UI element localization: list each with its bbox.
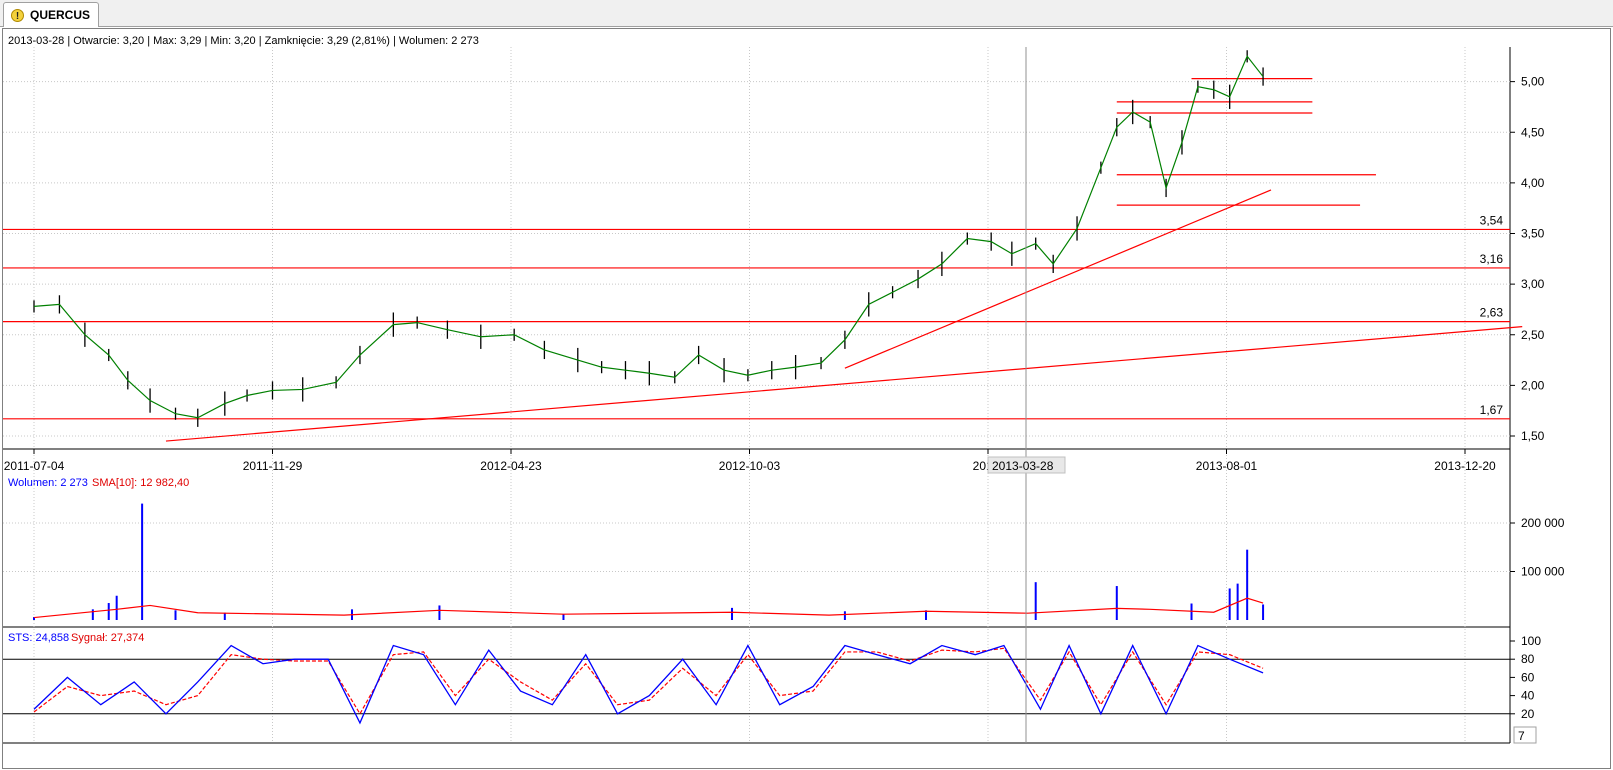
y-tick-label: 1,50 xyxy=(1521,429,1545,443)
sts-line xyxy=(33,643,1264,725)
x-tick-label: 2013-08-01 xyxy=(1196,459,1258,473)
sts-legend: STS: 24,858 xyxy=(8,632,69,644)
y-tick-label: 3,00 xyxy=(1521,277,1545,291)
y-tick-label: 4,00 xyxy=(1521,176,1545,190)
crosshair-date: 2013-03-28 xyxy=(992,459,1054,473)
x-tick-label: 2013-12-20 xyxy=(1434,459,1496,473)
volume-bar xyxy=(174,610,177,620)
volume-bar xyxy=(843,611,846,620)
level-label: 1,67 xyxy=(1480,403,1504,417)
x-tick-label: 2012-04-23 xyxy=(480,459,542,473)
volume-bar xyxy=(1228,588,1231,620)
volume-bar xyxy=(562,614,565,620)
volume-sma-line xyxy=(33,597,1264,619)
level-label: 3,16 xyxy=(1480,252,1504,266)
y-tick-label: 3,50 xyxy=(1521,227,1545,241)
volume-bar xyxy=(115,595,118,620)
y-tick-label: 2,00 xyxy=(1521,378,1545,392)
y-tick-label: 5,00 xyxy=(1521,75,1545,89)
volume-bar xyxy=(1115,586,1118,620)
volume-bar xyxy=(107,603,110,620)
y-tick-label: 4,50 xyxy=(1521,125,1545,139)
sts-tick-label: 80 xyxy=(1521,652,1535,666)
volume-bar xyxy=(91,609,94,620)
trendline xyxy=(844,189,1272,369)
chart-canvas[interactable]: 2013-03-28 | Otwarcie: 3,20 | Max: 3,29 … xyxy=(0,0,1613,770)
volume-bar xyxy=(1262,604,1265,620)
volume-bar xyxy=(223,612,226,620)
sts-signal-legend: Sygnał: 27,374 xyxy=(71,632,144,644)
x-tick-label: 2012-10-03 xyxy=(719,459,781,473)
volume-legend: Wolumen: 2 273 xyxy=(8,477,88,489)
level-label: 3,54 xyxy=(1480,213,1504,227)
sts-signal-line xyxy=(33,647,1264,715)
corner-value: 7 xyxy=(1518,729,1525,743)
y-tick-label: 2,50 xyxy=(1521,328,1545,342)
volume-bar xyxy=(1034,582,1037,620)
level-label: 2,63 xyxy=(1480,306,1504,320)
volume-sma-legend: SMA[10]: 12 982,40 xyxy=(92,477,189,489)
trendline xyxy=(165,326,1523,442)
volume-bar xyxy=(438,605,441,620)
x-tick-label: 2011-07-04 xyxy=(4,459,65,473)
price-header: 2013-03-28 | Otwarcie: 3,20 | Max: 3,29 … xyxy=(8,35,479,47)
volume-bar xyxy=(731,607,734,620)
sts-tick-label: 100 xyxy=(1521,634,1541,648)
volume-tick-label: 200 000 xyxy=(1521,516,1565,530)
volume-bar xyxy=(1246,549,1249,620)
sts-tick-label: 60 xyxy=(1521,670,1535,684)
volume-bar xyxy=(141,503,144,620)
sts-tick-label: 40 xyxy=(1521,689,1535,703)
x-tick-label: 2011-11-29 xyxy=(243,459,303,473)
volume-tick-label: 100 000 xyxy=(1521,565,1565,579)
sts-tick-label: 20 xyxy=(1521,707,1535,721)
